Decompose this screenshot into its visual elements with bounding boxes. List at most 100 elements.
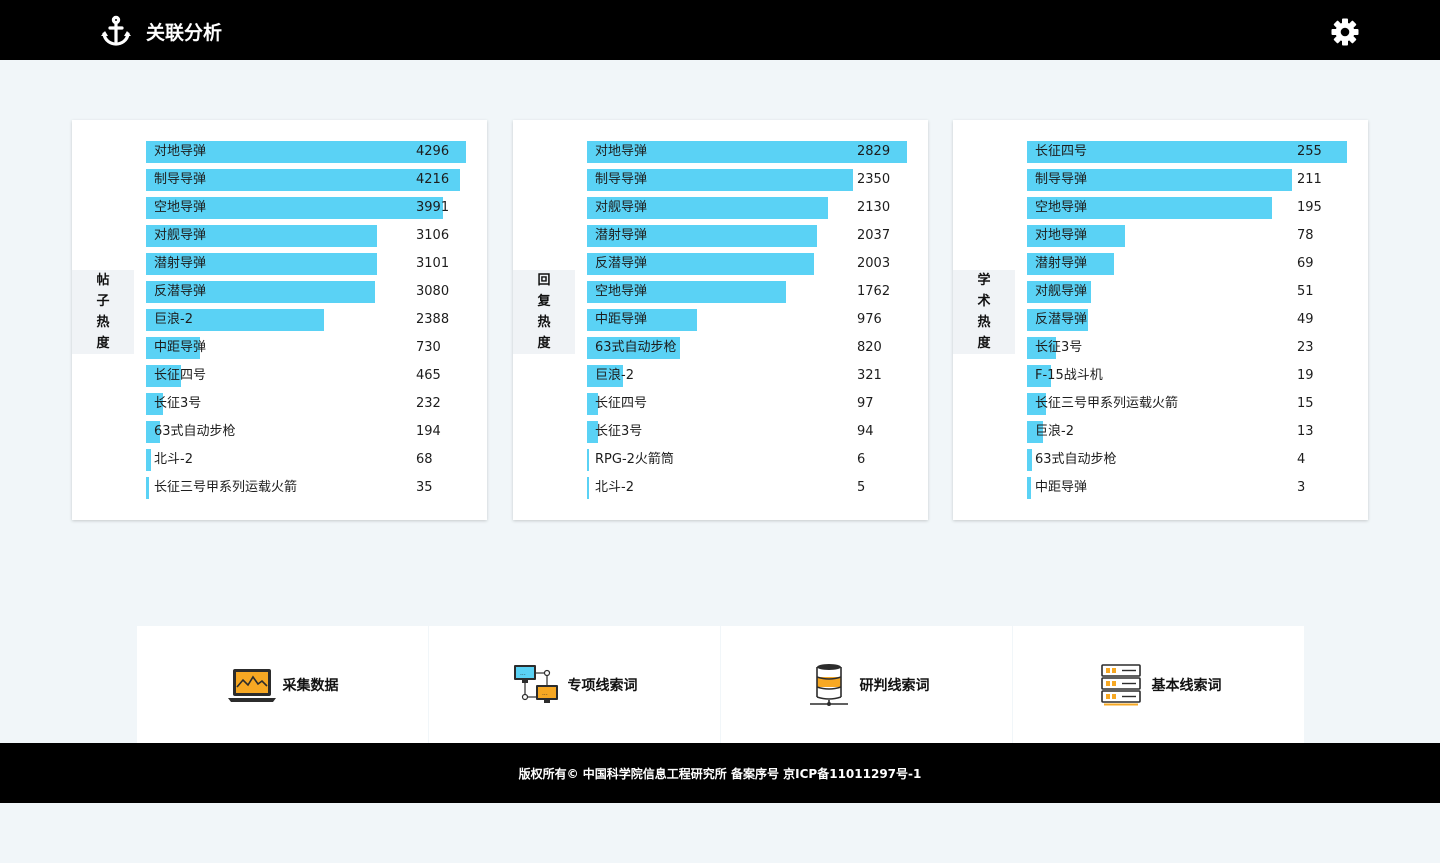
bar-row[interactable]: 中距导弹 976 <box>587 309 917 337</box>
bar-value: 69 <box>1297 256 1314 271</box>
bar-row[interactable]: 北斗-2 5 <box>587 477 917 505</box>
bar-row[interactable]: 潜射导弹 3101 <box>146 253 476 281</box>
bar-row[interactable]: 63式自动步枪 194 <box>146 421 476 449</box>
feature-label: 基本线索词 <box>1151 677 1222 694</box>
bar-row[interactable]: 长征3号 23 <box>1027 337 1357 365</box>
bar-row[interactable]: 反潜导弹 2003 <box>587 253 917 281</box>
bar-row[interactable]: 长征三号甲系列运载火箭 15 <box>1027 393 1357 421</box>
bar-label: 对地导弹 <box>154 144 207 159</box>
bar-label: 63式自动步枪 <box>154 424 236 439</box>
bar-label: 北斗-2 <box>154 452 193 467</box>
bar <box>587 449 589 471</box>
bar-label: 中距导弹 <box>1035 480 1088 495</box>
bar-row[interactable]: 空地导弹 195 <box>1027 197 1357 225</box>
bar-label: 长征3号 <box>595 424 643 439</box>
bar-row[interactable]: 北斗-2 68 <box>146 449 476 477</box>
bar-value: 4296 <box>416 144 450 159</box>
bar-label: 制导导弹 <box>154 172 207 187</box>
bar-value: 5 <box>857 480 866 495</box>
bar-value: 78 <box>1297 228 1314 243</box>
collect-data-button[interactable]: 采集数据 <box>137 626 428 743</box>
bar-row[interactable]: 长征3号 94 <box>587 421 917 449</box>
bar-label: 中距导弹 <box>154 340 207 355</box>
bar-row[interactable]: 对地导弹 4296 <box>146 141 476 169</box>
card-title-char: 热 <box>96 315 110 330</box>
bar-value: 976 <box>857 312 882 327</box>
bar-row[interactable]: 对地导弹 78 <box>1027 225 1357 253</box>
bar-value: 255 <box>1297 144 1322 159</box>
basic-clue-words-button[interactable]: 基本线索词 <box>1013 626 1304 743</box>
bar-row[interactable]: 长征四号 97 <box>587 393 917 421</box>
bar-label: 北斗-2 <box>595 480 634 495</box>
bar-label: 反潜导弹 <box>595 256 648 271</box>
settings-button[interactable] <box>1330 17 1360 47</box>
card-title-char: 热 <box>537 315 551 330</box>
bar-row[interactable]: 长征三号甲系列运载火箭 35 <box>146 477 476 505</box>
top-bar: 关联分析 <box>0 0 1440 60</box>
bar-row[interactable]: 长征四号 465 <box>146 365 476 393</box>
bar-row[interactable]: 制导导弹 211 <box>1027 169 1357 197</box>
bar <box>1027 477 1031 499</box>
brand[interactable]: 关联分析 <box>100 14 222 48</box>
feature-label: 专项线索词 <box>567 677 638 694</box>
bar-row[interactable]: 63式自动步枪 820 <box>587 337 917 365</box>
bar-row[interactable]: 中距导弹 3 <box>1027 477 1357 505</box>
card-title-char: 帖 <box>96 273 110 288</box>
bar-label: 对舰导弹 <box>1035 284 1088 299</box>
footer: 版权所有© 中国科学院信息工程研究所 备案序号 京ICP备11011297号-1 <box>0 743 1440 803</box>
anchor-icon <box>100 15 132 47</box>
feature-label: 采集数据 <box>282 677 339 694</box>
bar-value: 94 <box>857 424 874 439</box>
bar-row[interactable]: 长征3号 232 <box>146 393 476 421</box>
judgment-clue-words-button[interactable]: 研判线索词 <box>721 626 1012 743</box>
bar-value: 3106 <box>416 228 450 243</box>
card-title-char: 度 <box>537 336 551 351</box>
card-title-char: 热 <box>977 315 991 330</box>
bar-row[interactable]: 潜射导弹 2037 <box>587 225 917 253</box>
bar-row[interactable]: 中距导弹 730 <box>146 337 476 365</box>
bar-label: 63式自动步枪 <box>1035 452 1117 467</box>
card-title-char: 术 <box>977 294 991 309</box>
bar-value: 49 <box>1297 312 1314 327</box>
bar-row[interactable]: 对舰导弹 51 <box>1027 281 1357 309</box>
bar-row[interactable]: 长征四号 255 <box>1027 141 1357 169</box>
bar-row[interactable]: 巨浪-2 2388 <box>146 309 476 337</box>
bar-value: 13 <box>1297 424 1314 439</box>
bar-row[interactable]: 制导导弹 2350 <box>587 169 917 197</box>
bar-value: 2130 <box>857 200 891 215</box>
bar-row[interactable]: 对舰导弹 2130 <box>587 197 917 225</box>
bar-label: 长征3号 <box>154 396 202 411</box>
bar-row[interactable]: F-15战斗机 19 <box>1027 365 1357 393</box>
special-clue-words-button[interactable]: ... ... 专项线索词 <box>429 626 720 743</box>
bar-row[interactable]: 对舰导弹 3106 <box>146 225 476 253</box>
bar-row[interactable]: 反潜导弹 49 <box>1027 309 1357 337</box>
bar-row[interactable]: 巨浪-2 321 <box>587 365 917 393</box>
card-title-char: 子 <box>96 294 110 309</box>
svg-text:...: ... <box>520 670 526 677</box>
bar-row[interactable]: 制导导弹 4216 <box>146 169 476 197</box>
bar-row[interactable]: 巨浪-2 13 <box>1027 421 1357 449</box>
bar-row[interactable]: 空地导弹 3991 <box>146 197 476 225</box>
bar-value: 23 <box>1297 340 1314 355</box>
bar-row[interactable]: 对地导弹 2829 <box>587 141 917 169</box>
bar-label: 长征3号 <box>1035 340 1083 355</box>
bar-list: 对地导弹 2829 制导导弹 2350 对舰导弹 2130 潜射导弹 2037 反潜导弹 2003… <box>587 141 917 505</box>
bar-row[interactable]: 反潜导弹 3080 <box>146 281 476 309</box>
bar-value: 2003 <box>857 256 891 271</box>
bar-value: 6 <box>857 452 866 467</box>
bar-row[interactable]: 潜射导弹 69 <box>1027 253 1357 281</box>
card-title: 学术热度 <box>953 270 1015 354</box>
card-title: 帖子热度 <box>72 270 134 354</box>
server-rack-icon <box>1096 663 1152 707</box>
bar-row[interactable]: 63式自动步枪 4 <box>1027 449 1357 477</box>
laptop-chart-icon <box>227 663 283 707</box>
bar-value: 51 <box>1297 284 1314 299</box>
bar-value: 97 <box>857 396 874 411</box>
bar-list: 对地导弹 4296 制导导弹 4216 空地导弹 3991 对舰导弹 3106 潜射导弹 3101… <box>146 141 476 505</box>
bar-list: 长征四号 255 制导导弹 211 空地导弹 195 对地导弹 78 潜射导弹 69 对舰导弹 51 反… <box>1027 141 1357 505</box>
bar-value: 4 <box>1297 452 1306 467</box>
bar-value: 730 <box>416 340 441 355</box>
bar-label: RPG-2火箭筒 <box>595 452 674 467</box>
bar-row[interactable]: RPG-2火箭筒 6 <box>587 449 917 477</box>
bar-row[interactable]: 空地导弹 1762 <box>587 281 917 309</box>
